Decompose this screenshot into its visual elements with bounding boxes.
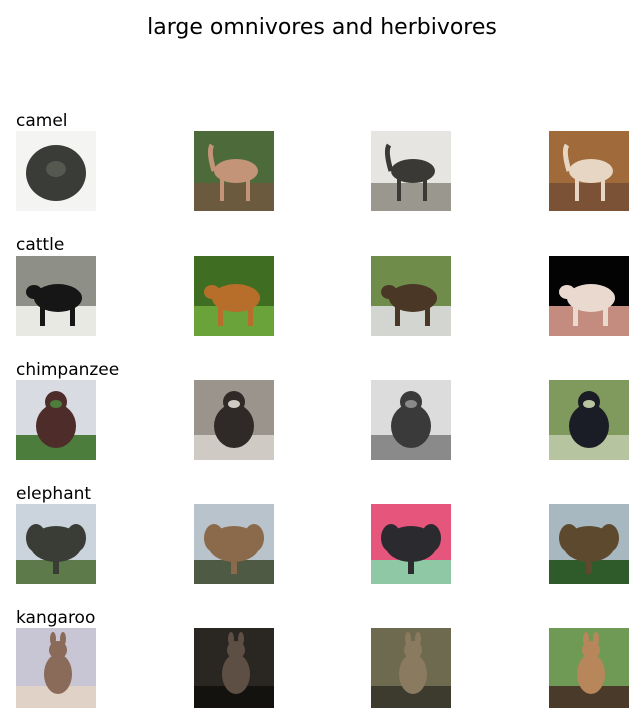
thumbnail-elephant-4 xyxy=(549,504,629,584)
thumbnail-cattle-2 xyxy=(194,256,274,336)
thumbnail-kangaroo-3 xyxy=(371,628,451,708)
thumbnail-cattle-4 xyxy=(549,256,629,336)
thumbnail-kangaroo-4 xyxy=(549,628,629,708)
thumbnail-camel-1 xyxy=(16,131,96,211)
thumbnail-camel-2 xyxy=(194,131,274,211)
row-label-camel: camel xyxy=(16,111,68,131)
thumbnail-camel-3 xyxy=(371,131,451,211)
row-label-kangaroo: kangaroo xyxy=(16,608,96,628)
thumbnail-chimpanzee-2 xyxy=(194,380,274,460)
row-label-chimpanzee: chimpanzee xyxy=(16,360,120,380)
thumbnail-cattle-1 xyxy=(16,256,96,336)
thumbnail-camel-4 xyxy=(549,131,629,211)
thumbnail-cattle-3 xyxy=(371,256,451,336)
thumbnail-chimpanzee-1 xyxy=(16,380,96,460)
thumbnail-kangaroo-2 xyxy=(194,628,274,708)
figure-title: large omnivores and herbivores xyxy=(147,15,497,40)
thumbnail-chimpanzee-3 xyxy=(371,380,451,460)
row-label-elephant: elephant xyxy=(16,484,92,504)
thumbnail-chimpanzee-4 xyxy=(549,380,629,460)
thumbnail-elephant-2 xyxy=(194,504,274,584)
thumbnail-elephant-1 xyxy=(16,504,96,584)
thumbnail-kangaroo-1 xyxy=(16,628,96,708)
row-label-cattle: cattle xyxy=(16,235,65,255)
thumbnail-elephant-3 xyxy=(371,504,451,584)
